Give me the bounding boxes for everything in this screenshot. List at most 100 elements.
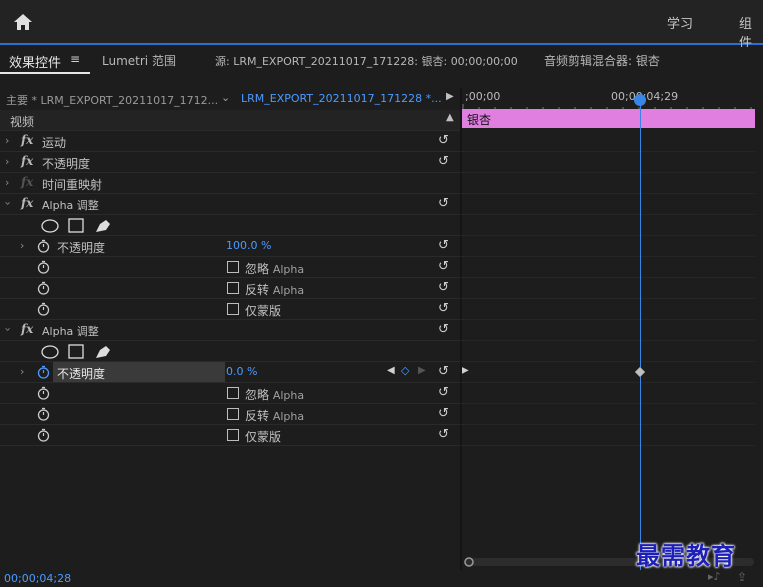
stopwatch-icon[interactable] [37, 302, 50, 316]
reset-icon[interactable]: ↺ [438, 196, 449, 211]
effect-label: 运动 [42, 136, 67, 150]
checkbox[interactable] [227, 261, 239, 273]
next-keyframe-icon[interactable]: ▶ [418, 365, 426, 376]
checkbox[interactable] [227, 303, 239, 315]
tab-audio-clip-mixer[interactable]: 音频剪辑混合器: 银杏 [544, 52, 660, 69]
play-toggle-icon[interactable]: ▶ [446, 91, 454, 102]
reset-icon[interactable]: ↺ [438, 385, 449, 400]
pen-mask-icon[interactable] [96, 346, 110, 358]
effect-row-alpha-adjust-1[interactable]: › fx Alpha 调整 ↺ [0, 194, 461, 215]
rectangle-mask-icon[interactable] [68, 218, 84, 233]
fx-toggle-icon[interactable]: fx [21, 133, 33, 147]
stopwatch-icon[interactable] [37, 260, 50, 274]
collapse-chevron-icon[interactable]: › [2, 327, 15, 331]
param-label: 不透明度 [57, 241, 106, 255]
section-video-label: 视频 [10, 115, 35, 129]
param-row-invert-alpha[interactable]: 反转 Alpha ↺ [0, 278, 461, 299]
expand-chevron-icon[interactable]: › [5, 134, 9, 147]
nav-assemble[interactable]: 组件 [739, 13, 763, 51]
effect-row-motion[interactable]: › fx 运动 ↺ [0, 131, 461, 152]
param-row-ignore-alpha[interactable]: 忽略 Alpha ↺ [0, 257, 461, 278]
checkbox-label: 仅蒙版 [245, 304, 282, 318]
checkbox-label: 反转 Alpha [245, 283, 305, 297]
pen-mask-icon[interactable] [96, 220, 110, 232]
effect-label: 不透明度 [42, 157, 91, 171]
tab-lumetri-scopes[interactable]: Lumetri 范围 [102, 52, 176, 69]
keyframe-marker[interactable] [634, 366, 646, 378]
reset-icon[interactable]: ↺ [438, 364, 449, 379]
ellipse-mask-icon[interactable] [41, 219, 59, 233]
param-row-mask-only[interactable]: 仅蒙版 ↺ [0, 299, 461, 320]
param-value[interactable]: 0.0 % [226, 365, 257, 378]
master-clip-label[interactable]: 主要 * LRM_EXPORT_20211017_1712... [6, 92, 218, 108]
reset-icon[interactable]: ↺ [438, 280, 449, 295]
fx-toggle-icon[interactable]: fx [21, 196, 33, 210]
stopwatch-icon[interactable] [37, 407, 50, 421]
scroll-up-icon[interactable]: ▲ [446, 112, 454, 123]
panel-tabs: 效果控件 ≡ Lumetri 范围 源: LRM_EXPORT_20211017… [0, 47, 763, 75]
param-row-invert-alpha[interactable]: 反转 Alpha ↺ [0, 404, 461, 425]
section-video-header: 视频 ▲ [0, 110, 461, 131]
nav-learn[interactable]: 学习 [667, 13, 693, 32]
effect-row-opacity[interactable]: › fx 不透明度 ↺ [0, 152, 461, 173]
sequence-clip-label[interactable]: LRM_EXPORT_20211017_171228 *... [241, 92, 442, 105]
export-icon[interactable]: ⇪ [737, 570, 747, 584]
rectangle-mask-icon[interactable] [68, 344, 84, 359]
expand-chevron-icon[interactable]: › [5, 176, 9, 189]
reset-icon[interactable]: ↺ [438, 259, 449, 274]
stopwatch-icon[interactable] [37, 281, 50, 295]
timeline-clip[interactable]: 银杏 [462, 109, 755, 128]
fx-toggle-icon[interactable]: fx [21, 322, 33, 336]
reset-icon[interactable]: ↺ [438, 133, 449, 148]
checkbox-label: 忽略 Alpha [245, 388, 305, 402]
param-row-opacity[interactable]: › 不透明度 100.0 % ↺ [0, 236, 461, 257]
prev-keyframe-icon[interactable]: ◀ [387, 365, 395, 376]
checkbox[interactable] [227, 429, 239, 441]
checkbox[interactable] [227, 408, 239, 420]
effect-label: Alpha 调整 [42, 199, 99, 212]
panel-menu-icon[interactable]: ≡ [70, 52, 80, 66]
home-icon[interactable] [12, 11, 34, 33]
fx-toggle-icon[interactable]: fx [21, 154, 33, 168]
audio-icon[interactable]: ▸♪ [708, 570, 721, 583]
ellipse-mask-icon[interactable] [41, 345, 59, 359]
timeline-ruler[interactable]: ;00;00 00;00;04;29 [461, 88, 763, 110]
param-row-ignore-alpha[interactable]: 忽略 Alpha ↺ [0, 383, 461, 404]
param-row-opacity-selected[interactable]: › 不透明度 0.0 % ◀ ◇ ▶ ↺ ▶ [0, 362, 469, 383]
collapse-chevron-icon[interactable]: › [2, 201, 15, 205]
checkbox[interactable] [227, 282, 239, 294]
playhead-handle[interactable] [634, 94, 646, 106]
expand-chevron-icon[interactable]: › [5, 155, 9, 168]
checkbox-label: 仅蒙版 [245, 430, 282, 444]
reset-icon[interactable]: ↺ [438, 238, 449, 253]
fx-toggle-icon: fx [21, 175, 34, 189]
checkbox[interactable] [227, 387, 239, 399]
watermark: 最需教育 [636, 542, 736, 570]
stopwatch-icon[interactable] [37, 428, 50, 442]
checkbox-label: 反转 Alpha [245, 409, 305, 423]
tab-effect-controls[interactable]: 效果控件 [9, 52, 61, 71]
stopwatch-icon[interactable] [37, 386, 50, 400]
tab-source[interactable]: 源: LRM_EXPORT_20211017_171228: 银杏: 00;00… [215, 53, 518, 69]
stopwatch-active-icon[interactable] [37, 365, 50, 379]
param-row-mask-only[interactable]: 仅蒙版 ↺ [0, 425, 461, 446]
stopwatch-icon[interactable] [37, 239, 50, 253]
add-keyframe-icon[interactable]: ◇ [401, 364, 409, 377]
reset-icon[interactable]: ↺ [438, 406, 449, 421]
mask-tools-row [0, 215, 461, 236]
reset-icon[interactable]: ↺ [438, 154, 449, 169]
effect-row-alpha-adjust-2[interactable]: › fx Alpha 调整 ↺ [0, 320, 461, 341]
reset-icon[interactable]: ↺ [438, 322, 449, 337]
param-label: 不透明度 [57, 367, 106, 381]
effect-row-time-remap[interactable]: › fx 时间重映射 [0, 173, 461, 194]
expand-chevron-icon[interactable]: › [20, 239, 24, 252]
reset-icon[interactable]: ↺ [438, 301, 449, 316]
mask-tools [41, 344, 110, 359]
chevron-down-icon[interactable]: ⌄ [221, 91, 230, 104]
expand-chevron-icon[interactable]: › [20, 365, 24, 378]
footer-bar: 00;00;04;28 ▸♪ ⇪ [0, 570, 763, 587]
reset-icon[interactable]: ↺ [438, 427, 449, 442]
playhead-line[interactable] [640, 101, 641, 571]
current-timecode[interactable]: 00;00;04;28 [4, 572, 71, 585]
param-value[interactable]: 100.0 % [226, 239, 271, 252]
